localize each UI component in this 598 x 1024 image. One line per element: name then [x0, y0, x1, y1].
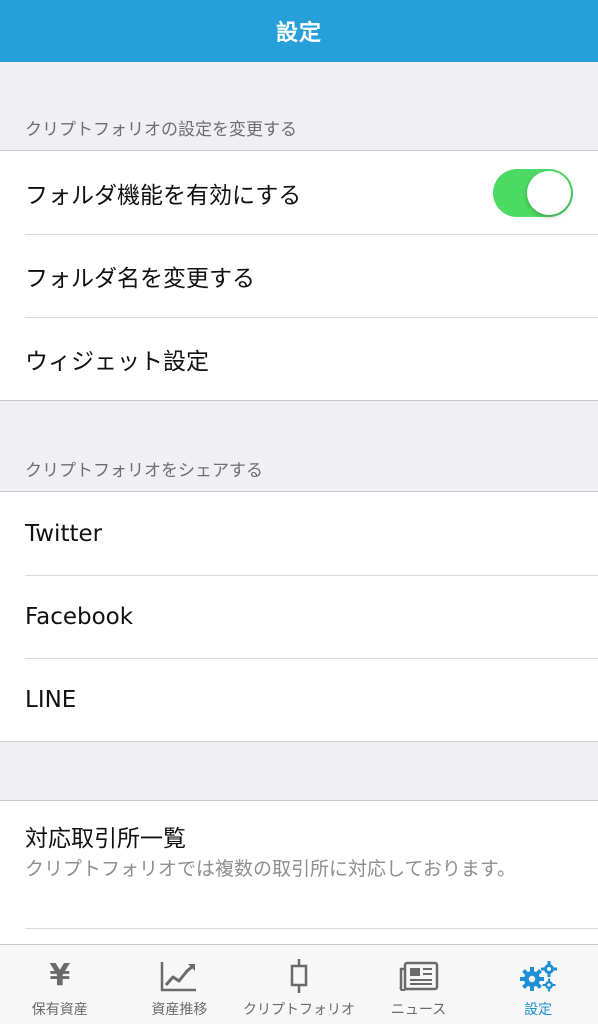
- row-line-label: LINE: [25, 686, 77, 713]
- tab-holdings[interactable]: ¥ 保有資産: [0, 945, 120, 1024]
- row-widget-settings-label: ウィジェット設定: [25, 348, 209, 375]
- toggle-knob: [527, 170, 571, 215]
- tab-bar: ¥ 保有資産 資産推移 クリプトフォリオ ニュース 設定: [0, 944, 598, 1024]
- tab-news[interactable]: ニュース: [359, 945, 479, 1024]
- row-folder-feature[interactable]: フォルダ機能を有効にする: [0, 151, 598, 234]
- tab-cryptofolio[interactable]: クリプトフォリオ: [239, 945, 359, 1024]
- row-folder-feature-label: フォルダ機能を有効にする: [25, 182, 302, 209]
- tab-cryptofolio-label: クリプトフォリオ: [242, 1002, 355, 1018]
- section-header-settings: クリプトフォリオの設定を変更する: [25, 120, 297, 140]
- tab-settings-label: 設定: [524, 1002, 553, 1018]
- yen-icon: ¥: [49, 958, 71, 993]
- exchange-description: クリプトフォリオでは複数の取引所に対応しております。: [25, 858, 516, 880]
- row-supported-exchanges[interactable]: 対応取引所一覧 クリプトフォリオでは複数の取引所に対応しております。: [0, 801, 598, 929]
- row-widget-settings[interactable]: ウィジェット設定: [0, 317, 598, 400]
- gears-icon: [518, 959, 558, 993]
- exchange-title: 対応取引所一覧: [25, 826, 186, 852]
- page-title: 設定: [275, 21, 322, 46]
- row-rename-folder[interactable]: フォルダ名を変更する: [0, 234, 598, 317]
- row-twitter-label: Twitter: [25, 520, 103, 547]
- tab-holdings-label: 保有資産: [31, 1002, 88, 1018]
- settings-group: フォルダ機能を有効にする フォルダ名を変更する ウィジェット設定: [0, 150, 598, 401]
- folder-feature-toggle[interactable]: [493, 168, 573, 217]
- row-facebook[interactable]: Facebook: [0, 575, 598, 658]
- chart-trend-icon: [159, 959, 199, 993]
- tab-asset-trend[interactable]: 資産推移: [120, 945, 240, 1024]
- candlestick-icon: [279, 959, 319, 993]
- settings-screen: 設定 クリプトフォリオの設定を変更する フォルダ機能を有効にする フォルダ名を変…: [0, 0, 598, 1024]
- row-twitter[interactable]: Twitter: [0, 492, 598, 575]
- navigation-bar: 設定: [0, 0, 598, 62]
- tab-asset-trend-label: 資産推移: [151, 1002, 208, 1018]
- row-facebook-label: Facebook: [25, 603, 134, 630]
- exchange-group: 対応取引所一覧 クリプトフォリオでは複数の取引所に対応しております。: [0, 800, 598, 946]
- row-line[interactable]: LINE: [0, 658, 598, 741]
- section-header-share: クリプトフォリオをシェアする: [25, 461, 263, 481]
- tab-settings[interactable]: 設定: [478, 945, 598, 1024]
- share-group: Twitter Facebook LINE: [0, 491, 598, 742]
- tab-news-label: ニュース: [390, 1002, 447, 1018]
- row-rename-folder-label: フォルダ名を変更する: [25, 265, 255, 292]
- row-divider: [25, 928, 598, 929]
- newspaper-icon: [399, 959, 439, 993]
